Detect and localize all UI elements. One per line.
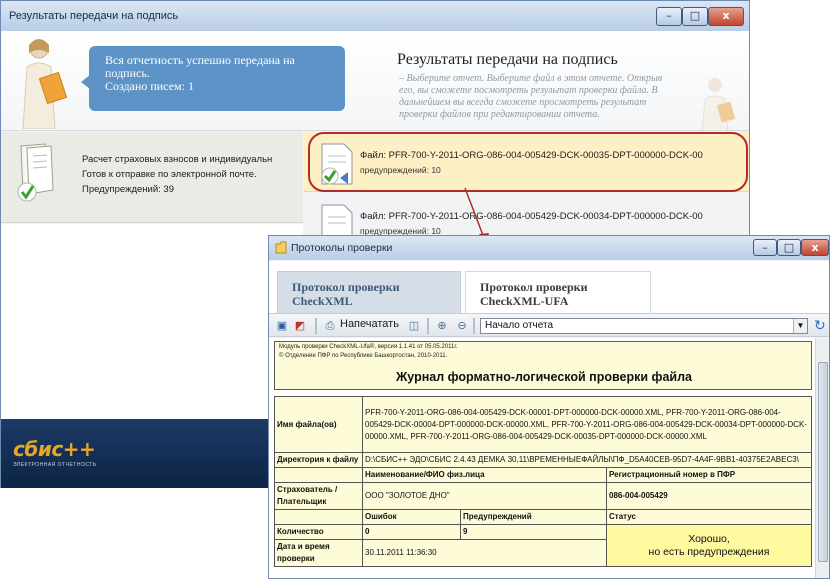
journal-title: Журнал форматно-логической проверки файл… (395, 370, 692, 384)
table-row: Количество 0 9 Хорошо, но есть предупреж… (274, 524, 812, 567)
window-title: Результаты передачи на подпись (9, 10, 179, 22)
insurer-reg-number: 086-004-005429 (606, 482, 812, 510)
hint-text: – Выберите отчет. Выберите файл в этом о… (399, 73, 663, 120)
table-row: Директория к файлу D:\СБИС++ ЭДО\СБИС 2.… (274, 452, 812, 468)
errors-count: 0 (362, 524, 461, 540)
file-name: Файл: PFR-700-Y-2011-ORG-086-004-005429-… (360, 150, 703, 161)
minimize-button[interactable]: – (656, 7, 682, 26)
pdf-icon[interactable]: ◩ (293, 318, 307, 334)
save-icon[interactable]: ▣ (275, 318, 289, 334)
module-version: Модуль проверки CheckXML-Ufa®, версия 1.… (279, 344, 458, 350)
datetime-value: 30.11.2011 11:36:30 (362, 539, 607, 567)
report-warnings: Предупреждений: 39 (82, 184, 174, 195)
close-button[interactable]: x (708, 7, 744, 26)
toolbar: ▣ ◩ ⎙ Напечатать ◫ ⊕ ⊖ Начало отчета ▼ ↻ (269, 313, 829, 337)
file-name: Файл: PFR-700-Y-2011-ORG-086-004-005429-… (360, 211, 703, 222)
tab-label-line-2: CheckXML (292, 294, 353, 308)
directory-value: D:\СБИС++ ЭДО\СБИС 2.4.43 ДЕМКА 30,11\ВР… (362, 452, 812, 468)
printer-icon[interactable]: ⎙ (323, 318, 337, 334)
sbis-logo: сбис++ (13, 437, 96, 461)
datetime-label: Дата и время проверки (274, 539, 363, 567)
file-list-item[interactable]: Файл: PFR-700-Y-2011-ORG-086-004-005429-… (304, 132, 749, 192)
file-warnings: предупреждений: 10 (360, 165, 441, 175)
tab-checkxml[interactable]: Протокол проверки CheckXML (277, 271, 461, 313)
count-label: Количество (274, 524, 363, 540)
refresh-icon[interactable]: ↻ (814, 317, 826, 334)
vertical-scrollbar[interactable] (815, 338, 829, 578)
report-list-item[interactable]: Расчет страховых взносов и индивидуальн … (1, 132, 303, 223)
report-document-icon (17, 143, 54, 202)
chevron-down-icon[interactable]: ▼ (793, 319, 807, 333)
empty-cell (274, 467, 363, 483)
bubble-line-3: Создано писем: 1 (105, 79, 194, 93)
name-column-header: Наименование/ФИО физ.лица (362, 467, 607, 483)
empty-cell (274, 509, 363, 525)
xml-file-icon (321, 143, 353, 185)
page-title: Результаты передачи на подпись (397, 51, 618, 68)
toolbar-divider (315, 318, 317, 334)
warnings-column-header: Предупреждений (460, 509, 607, 525)
errors-column-header: Ошибок (362, 509, 461, 525)
tab-label-line-2: CheckXML-UFA (480, 294, 569, 308)
status-cell: Хорошо, но есть предупреждения (606, 524, 812, 567)
report-status: Готов к отправке по электронной почте. (82, 169, 257, 180)
tab-checkxml-ufa[interactable]: Протокол проверки CheckXML-UFA (465, 271, 651, 313)
header-panel: Вся отчетность успешно передана на подпи… (1, 31, 749, 145)
tab-label-line-1: Протокол проверки (292, 280, 400, 294)
status-column-header: Статус (606, 509, 812, 525)
module-info: Модуль проверки CheckXML-Ufa®, версия 1.… (274, 341, 812, 390)
status-text-line-2: но есть предупреждения (648, 545, 770, 558)
assistant-figure-icon (22, 39, 68, 129)
table-row: Имя файла(ов) PFR-700-Y-2011-ORG-086-004… (274, 396, 812, 453)
report-list-empty (1, 224, 303, 419)
reg-column-header: Регистрационный номер в ПФР (606, 467, 812, 483)
report-name: Расчет страховых взносов и индивидуальн (82, 154, 273, 165)
directory-label: Директория к файлу (274, 452, 363, 468)
table-row: Наименование/ФИО физ.лица Регистрационны… (274, 467, 812, 483)
print-button[interactable]: Напечатать (340, 318, 399, 330)
warnings-count: 9 (460, 524, 607, 540)
title-bar[interactable]: Результаты передачи на подпись – □ x (1, 1, 749, 31)
status-text-line-1: Хорошо, (688, 532, 730, 545)
zoom-out-icon[interactable]: ⊖ (455, 318, 469, 334)
print-preview-icon[interactable]: ◫ (407, 318, 421, 334)
section-select-value: Начало отчета (485, 320, 554, 331)
maximize-button[interactable]: □ (777, 239, 801, 256)
file-names-label: Имя файла(ов) (274, 396, 363, 453)
close-button[interactable]: x (801, 239, 829, 256)
insurer-name: ООО "ЗОЛОТОЕ ДНО" (362, 482, 607, 510)
brand-footer: сбис++ ЭЛЕКТРОННАЯ ОТЧЕТНОСТЬ (1, 419, 303, 488)
module-copyright: © Отделение ПФР по Республике Башкортост… (279, 353, 448, 359)
title-bar[interactable]: Протоколы проверки – □ x (269, 236, 829, 260)
file-names-value: PFR-700-Y-2011-ORG-086-004-005429-DCK-00… (362, 396, 812, 453)
check-result-table: Имя файла(ов) PFR-700-Y-2011-ORG-086-004… (274, 396, 812, 567)
toolbar-divider (427, 318, 429, 334)
tab-strip: Протокол проверки CheckXML Протокол пров… (269, 261, 829, 313)
tab-label-line-1: Протокол проверки (480, 280, 588, 294)
table-row: Страхователь / Плательщик ООО "ЗОЛОТОЕ Д… (274, 482, 812, 510)
window-title: Протоколы проверки (291, 242, 393, 254)
toolbar-divider (473, 318, 475, 334)
report-view: Модуль проверки CheckXML-Ufa®, версия 1.… (269, 338, 829, 578)
maximize-button[interactable]: □ (682, 7, 708, 26)
insurer-label: Страхователь / Плательщик (274, 482, 363, 510)
section-select[interactable]: Начало отчета ▼ (480, 318, 808, 334)
protocols-window: Протоколы проверки – □ x Протокол провер… (268, 235, 830, 579)
scrollbar-thumb[interactable] (818, 362, 828, 562)
report-content: Модуль проверки CheckXML-Ufa®, версия 1.… (274, 341, 814, 567)
zoom-in-icon[interactable]: ⊕ (435, 318, 449, 334)
minimize-button[interactable]: – (753, 239, 777, 256)
folder-icon (275, 241, 287, 254)
table-row: Ошибок Предупреждений Статус (274, 509, 812, 525)
logo-subtitle: ЭЛЕКТРОННАЯ ОТЧЕТНОСТЬ (13, 462, 97, 468)
status-bubble: Вся отчетность успешно передана на подпи… (89, 46, 345, 111)
